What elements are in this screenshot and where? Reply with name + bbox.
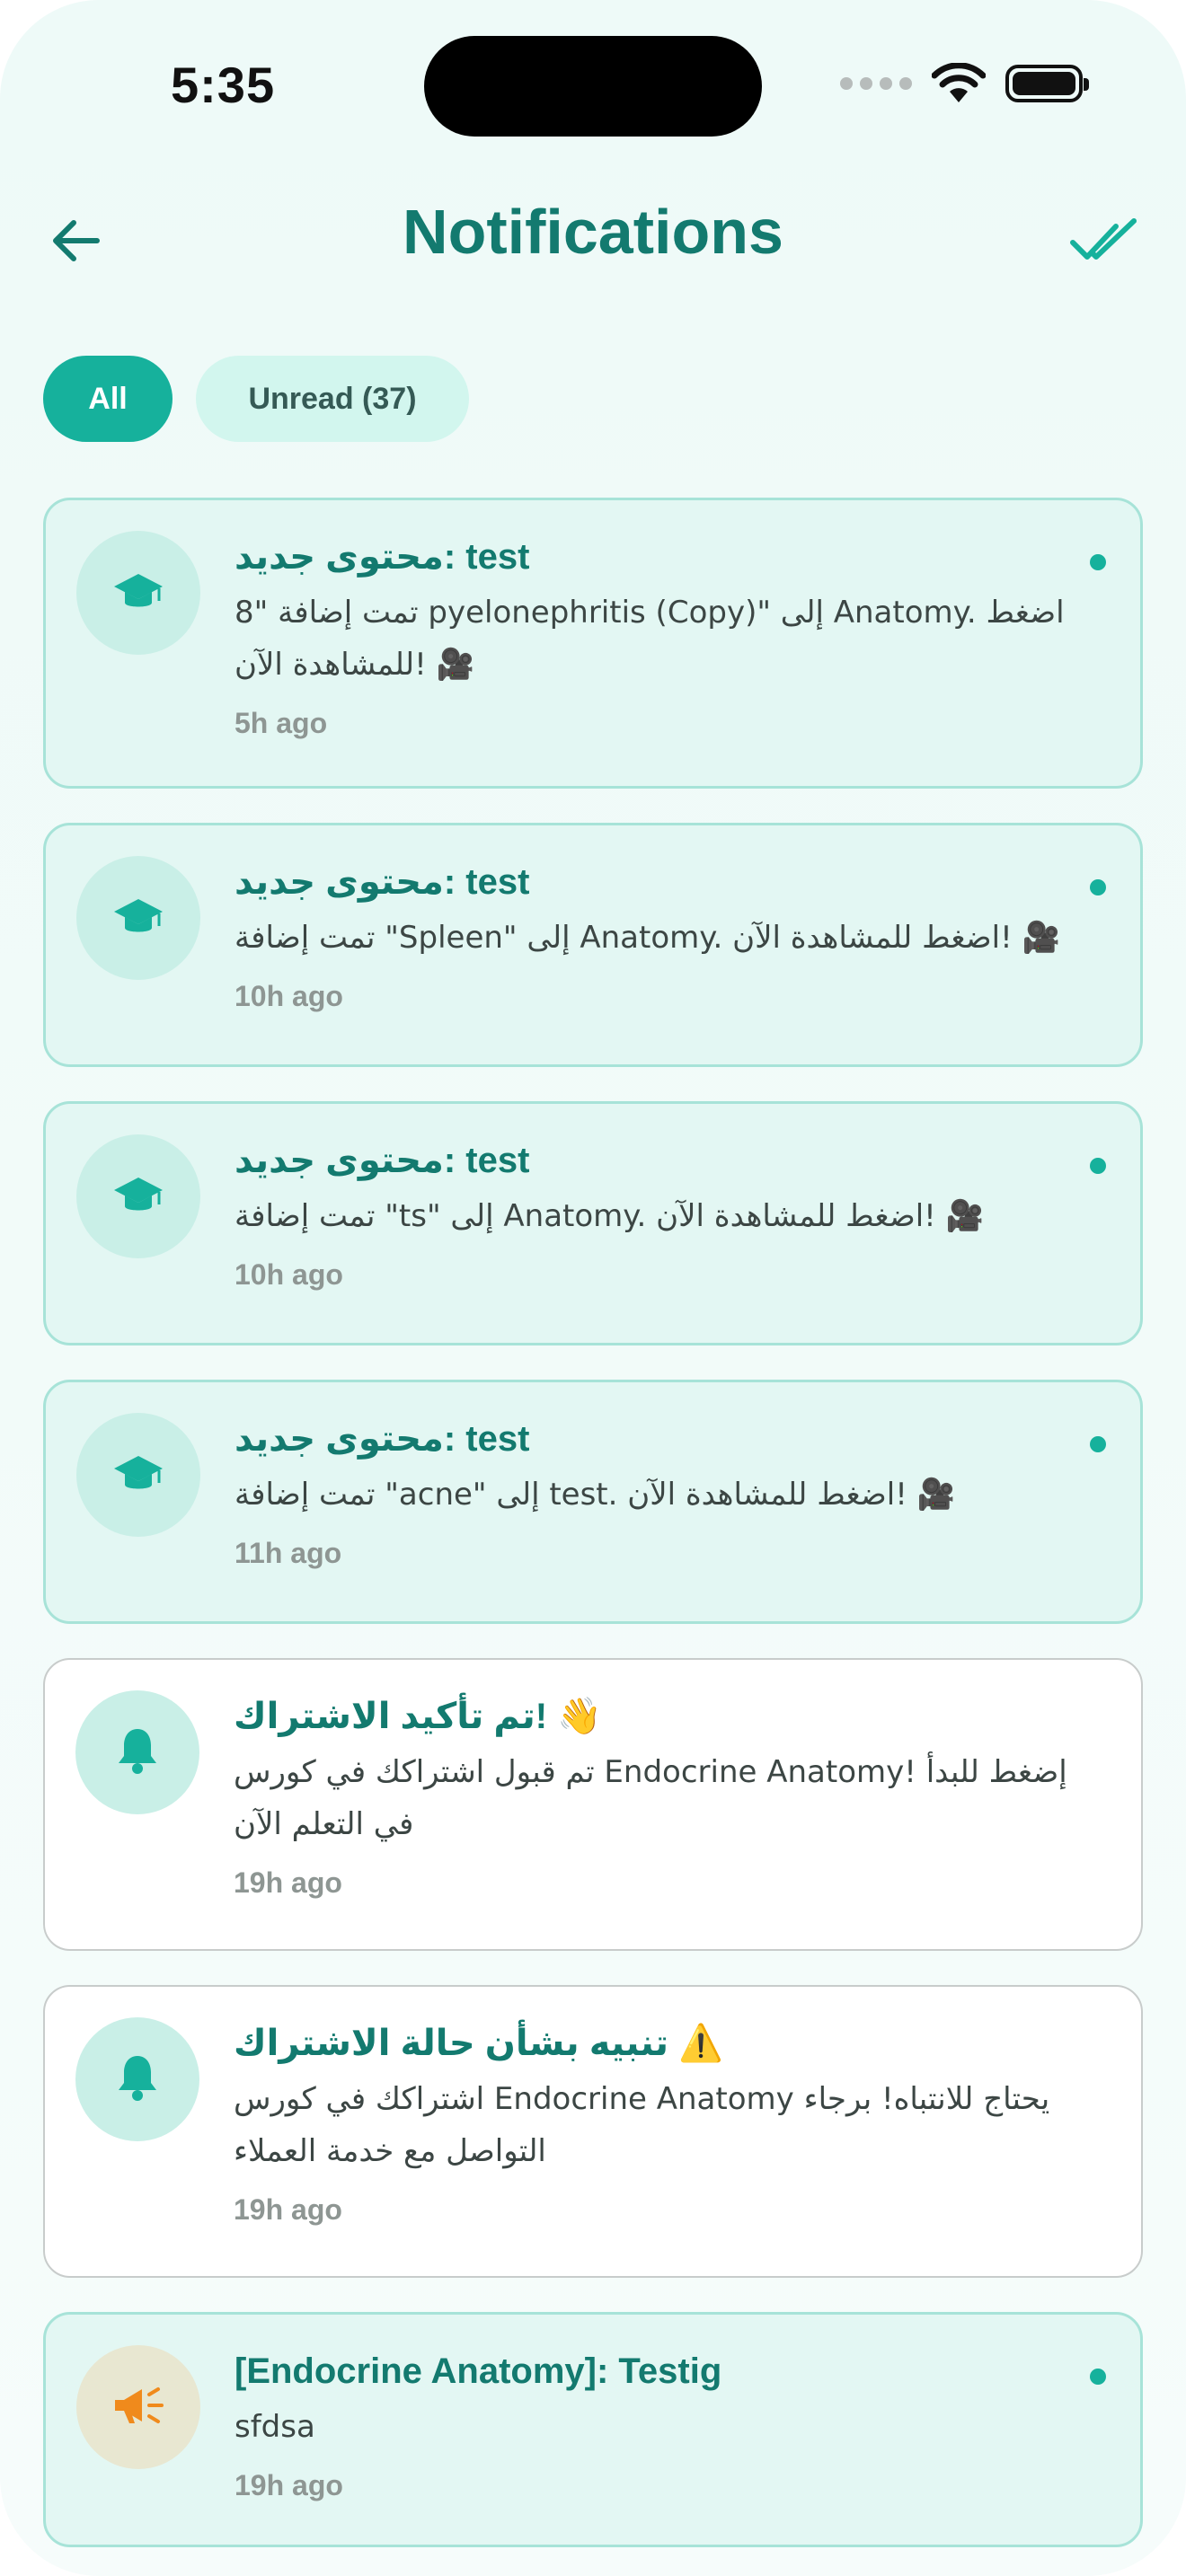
notification-body: تمت إضافة "8 pyelonephritis (Copy)" إلى … bbox=[235, 595, 1065, 683]
notification-time: 10h ago bbox=[235, 1258, 343, 1291]
notification-list: محتوى جديد: test تمت إضافة "8 pyelonephri… bbox=[43, 498, 1143, 2576]
notification-content: محتوى جديد: test تمت إضافة "Spleen" إلى A… bbox=[235, 825, 1140, 1043]
notification-time: 19h ago bbox=[234, 1866, 342, 1899]
notification-card[interactable]: محتوى جديد: test تمت إضافة "Spleen" إلى A… bbox=[43, 823, 1143, 1067]
notification-title: محتوى جديد: test bbox=[235, 1419, 530, 1459]
notification-title: محتوى جديد: test bbox=[235, 537, 530, 577]
dynamic-island bbox=[424, 36, 762, 137]
notification-card[interactable]: محتوى جديد: test تمت إضافة "8 pyelonephri… bbox=[43, 498, 1143, 789]
unread-dot bbox=[1090, 879, 1106, 895]
notification-title: محتوى جديد: test bbox=[235, 862, 530, 902]
notification-time: 19h ago bbox=[235, 2469, 343, 2501]
notification-card[interactable]: تنبيه بشأن حالة الاشتراك ⚠️ اشتراكك في كو… bbox=[43, 1985, 1143, 2278]
notification-body: تمت إضافة "acne" إلى test. اضغط للمشاهدة… bbox=[235, 1477, 955, 1513]
graduation-cap-icon bbox=[112, 565, 164, 622]
notification-time: 10h ago bbox=[235, 980, 343, 1012]
signal-dots-icon bbox=[840, 77, 912, 90]
bell-icon bbox=[115, 1725, 160, 1780]
notification-title: محتوى جديد: test bbox=[235, 1141, 530, 1180]
unread-dot bbox=[1090, 1158, 1106, 1174]
notification-avatar bbox=[75, 1690, 199, 1814]
notification-avatar bbox=[76, 1413, 200, 1537]
notification-time: 5h ago bbox=[235, 707, 328, 739]
notification-avatar bbox=[76, 1134, 200, 1258]
status-time: 5:35 bbox=[171, 57, 276, 113]
notification-content: [Endocrine Anatomy]: Testig sfdsa 19h ago bbox=[235, 2315, 1140, 2532]
notification-avatar bbox=[76, 2345, 200, 2469]
notification-avatar bbox=[76, 856, 200, 980]
megaphone-icon bbox=[110, 2380, 167, 2435]
notification-body: اشتراكك في كورس Endocrine Anatomy يحتاج … bbox=[234, 2081, 1050, 2169]
notification-card[interactable]: تم تأكيد الاشتراك! 👋 تم قبول اشتراكك في ك… bbox=[43, 1658, 1143, 1951]
notification-content: محتوى جديد: test تمت إضافة "8 pyelonephri… bbox=[235, 500, 1140, 770]
battery-icon bbox=[1005, 65, 1089, 102]
notification-card[interactable]: محتوى جديد: test تمت إضافة "acne" إلى tes… bbox=[43, 1380, 1143, 1624]
notification-time: 11h ago bbox=[235, 1537, 342, 1569]
graduation-cap-icon bbox=[112, 1169, 164, 1225]
double-check-icon bbox=[1070, 218, 1137, 260]
wifi-icon bbox=[932, 63, 986, 102]
notification-avatar bbox=[75, 2017, 199, 2141]
graduation-cap-icon bbox=[112, 1447, 164, 1504]
notification-title: تنبيه بشأن حالة الاشتراك ⚠️ bbox=[234, 2024, 723, 2063]
notification-body: تمت إضافة "ts" إلى Anatomy. اضغط للمشاهد… bbox=[235, 1198, 984, 1234]
filter-unread[interactable]: Unread (37) bbox=[196, 356, 469, 442]
screen: 5:35 Notifications All Unread (37) محتوى… bbox=[0, 0, 1186, 2576]
notification-content: محتوى جديد: test تمت إضافة "ts" إلى Anato… bbox=[235, 1104, 1140, 1321]
page-title: Notifications bbox=[403, 197, 783, 267]
unread-dot bbox=[1090, 1436, 1106, 1452]
notification-content: تم تأكيد الاشتراك! 👋 تم قبول اشتراكك في ك… bbox=[234, 1660, 1141, 1929]
graduation-cap-icon bbox=[112, 890, 164, 947]
notification-card[interactable]: محتوى جديد: test تمت إضافة "ts" إلى Anato… bbox=[43, 1101, 1143, 1345]
mark-all-read-button[interactable] bbox=[1069, 212, 1141, 269]
notification-title: [Endocrine Anatomy]: Testig bbox=[235, 2351, 722, 2391]
notification-card[interactable]: [Endocrine Anatomy]: Testig sfdsa 19h ago bbox=[43, 2312, 1143, 2547]
notification-body: تمت إضافة "Spleen" إلى Anatomy. اضغط للم… bbox=[235, 920, 1060, 956]
filter-all[interactable]: All bbox=[43, 356, 173, 442]
unread-dot bbox=[1090, 554, 1106, 570]
notification-time: 19h ago bbox=[234, 2193, 342, 2226]
unread-dot bbox=[1090, 2369, 1106, 2385]
bell-icon bbox=[115, 2052, 160, 2107]
notification-title: تم تأكيد الاشتراك! 👋 bbox=[234, 1697, 603, 1736]
notification-content: محتوى جديد: test تمت إضافة "acne" إلى tes… bbox=[235, 1382, 1140, 1600]
notification-body: تم قبول اشتراكك في كورس Endocrine Anatom… bbox=[234, 1754, 1067, 1842]
notification-avatar bbox=[76, 531, 200, 655]
notification-content: تنبيه بشأن حالة الاشتراك ⚠️ اشتراكك في كو… bbox=[234, 1987, 1141, 2256]
notification-body: sfdsa bbox=[235, 2409, 315, 2445]
status-indicators bbox=[840, 63, 1089, 104]
filter-tabs: All Unread (37) bbox=[43, 356, 469, 442]
